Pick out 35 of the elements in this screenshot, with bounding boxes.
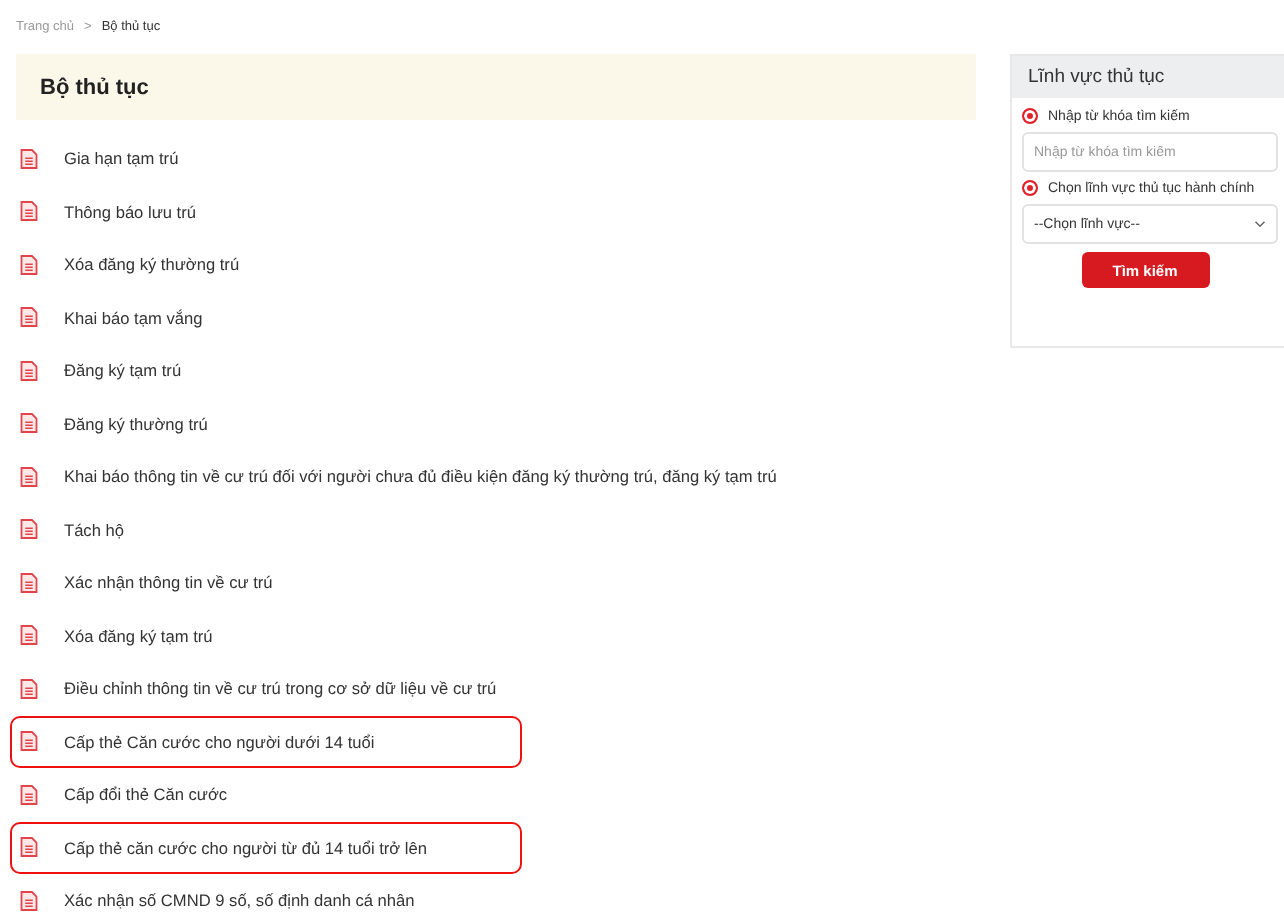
- procedure-link[interactable]: Điều chỉnh thông tin về cư trú trong cơ sở dữ liệu về cư trú: [64, 678, 497, 699]
- document-icon: [20, 412, 38, 435]
- document-icon: [20, 200, 38, 223]
- document-icon: [20, 147, 38, 170]
- document-icon: [20, 465, 38, 488]
- procedure-link[interactable]: Gia hạn tạm trú: [64, 148, 179, 169]
- radio-button[interactable]: [1022, 180, 1038, 196]
- document-icon: [20, 677, 38, 700]
- procedure-link[interactable]: Tách hộ: [64, 519, 124, 540]
- document-icon: [20, 624, 38, 647]
- document-icon: [20, 730, 38, 753]
- procedure-link[interactable]: Đăng ký thường trú: [64, 413, 208, 434]
- chevron-down-icon: [1254, 220, 1266, 228]
- procedure-link[interactable]: Xác nhận số CMND 9 số, số định danh cá nhân: [64, 890, 415, 911]
- procedure-link[interactable]: Xóa đăng ký tạm trú: [64, 625, 213, 646]
- procedure-link[interactable]: Xác nhận thông tin về cư trú: [64, 572, 273, 593]
- document-icon: [20, 836, 38, 859]
- panel-title: Lĩnh vực thủ tục: [1028, 66, 1165, 88]
- procedure-link[interactable]: Cấp đổi thẻ Căn cước: [64, 784, 228, 805]
- procedure-link[interactable]: Xóa đăng ký thường trú: [64, 254, 240, 275]
- document-icon: [20, 518, 38, 541]
- procedure-link[interactable]: Thông báo lưu trú: [64, 201, 196, 222]
- procedure-link[interactable]: Đăng ký tạm trú: [64, 360, 182, 381]
- radio-button[interactable]: [1022, 108, 1038, 124]
- document-icon: [20, 571, 38, 594]
- procedure-link[interactable]: Cấp thẻ Căn cước cho người dưới 14 tuổi: [64, 731, 375, 752]
- document-icon: [20, 253, 38, 276]
- procedure-link[interactable]: Khai báo tạm vắng: [64, 307, 203, 328]
- document-icon: [20, 783, 38, 806]
- procedure-link[interactable]: Cấp thẻ căn cước cho người từ đủ 14 tuổi trở lên: [64, 837, 427, 858]
- page-title: Bộ thủ tục: [40, 75, 149, 99]
- procedure-link[interactable]: Khai báo thông tin về cư trú đối với người chưa đủ điều kiện đăng ký thường trú, đăng ký tạm trú: [64, 466, 777, 487]
- document-icon: [20, 889, 38, 912]
- document-icon: [20, 359, 38, 382]
- document-icon: [20, 306, 38, 329]
